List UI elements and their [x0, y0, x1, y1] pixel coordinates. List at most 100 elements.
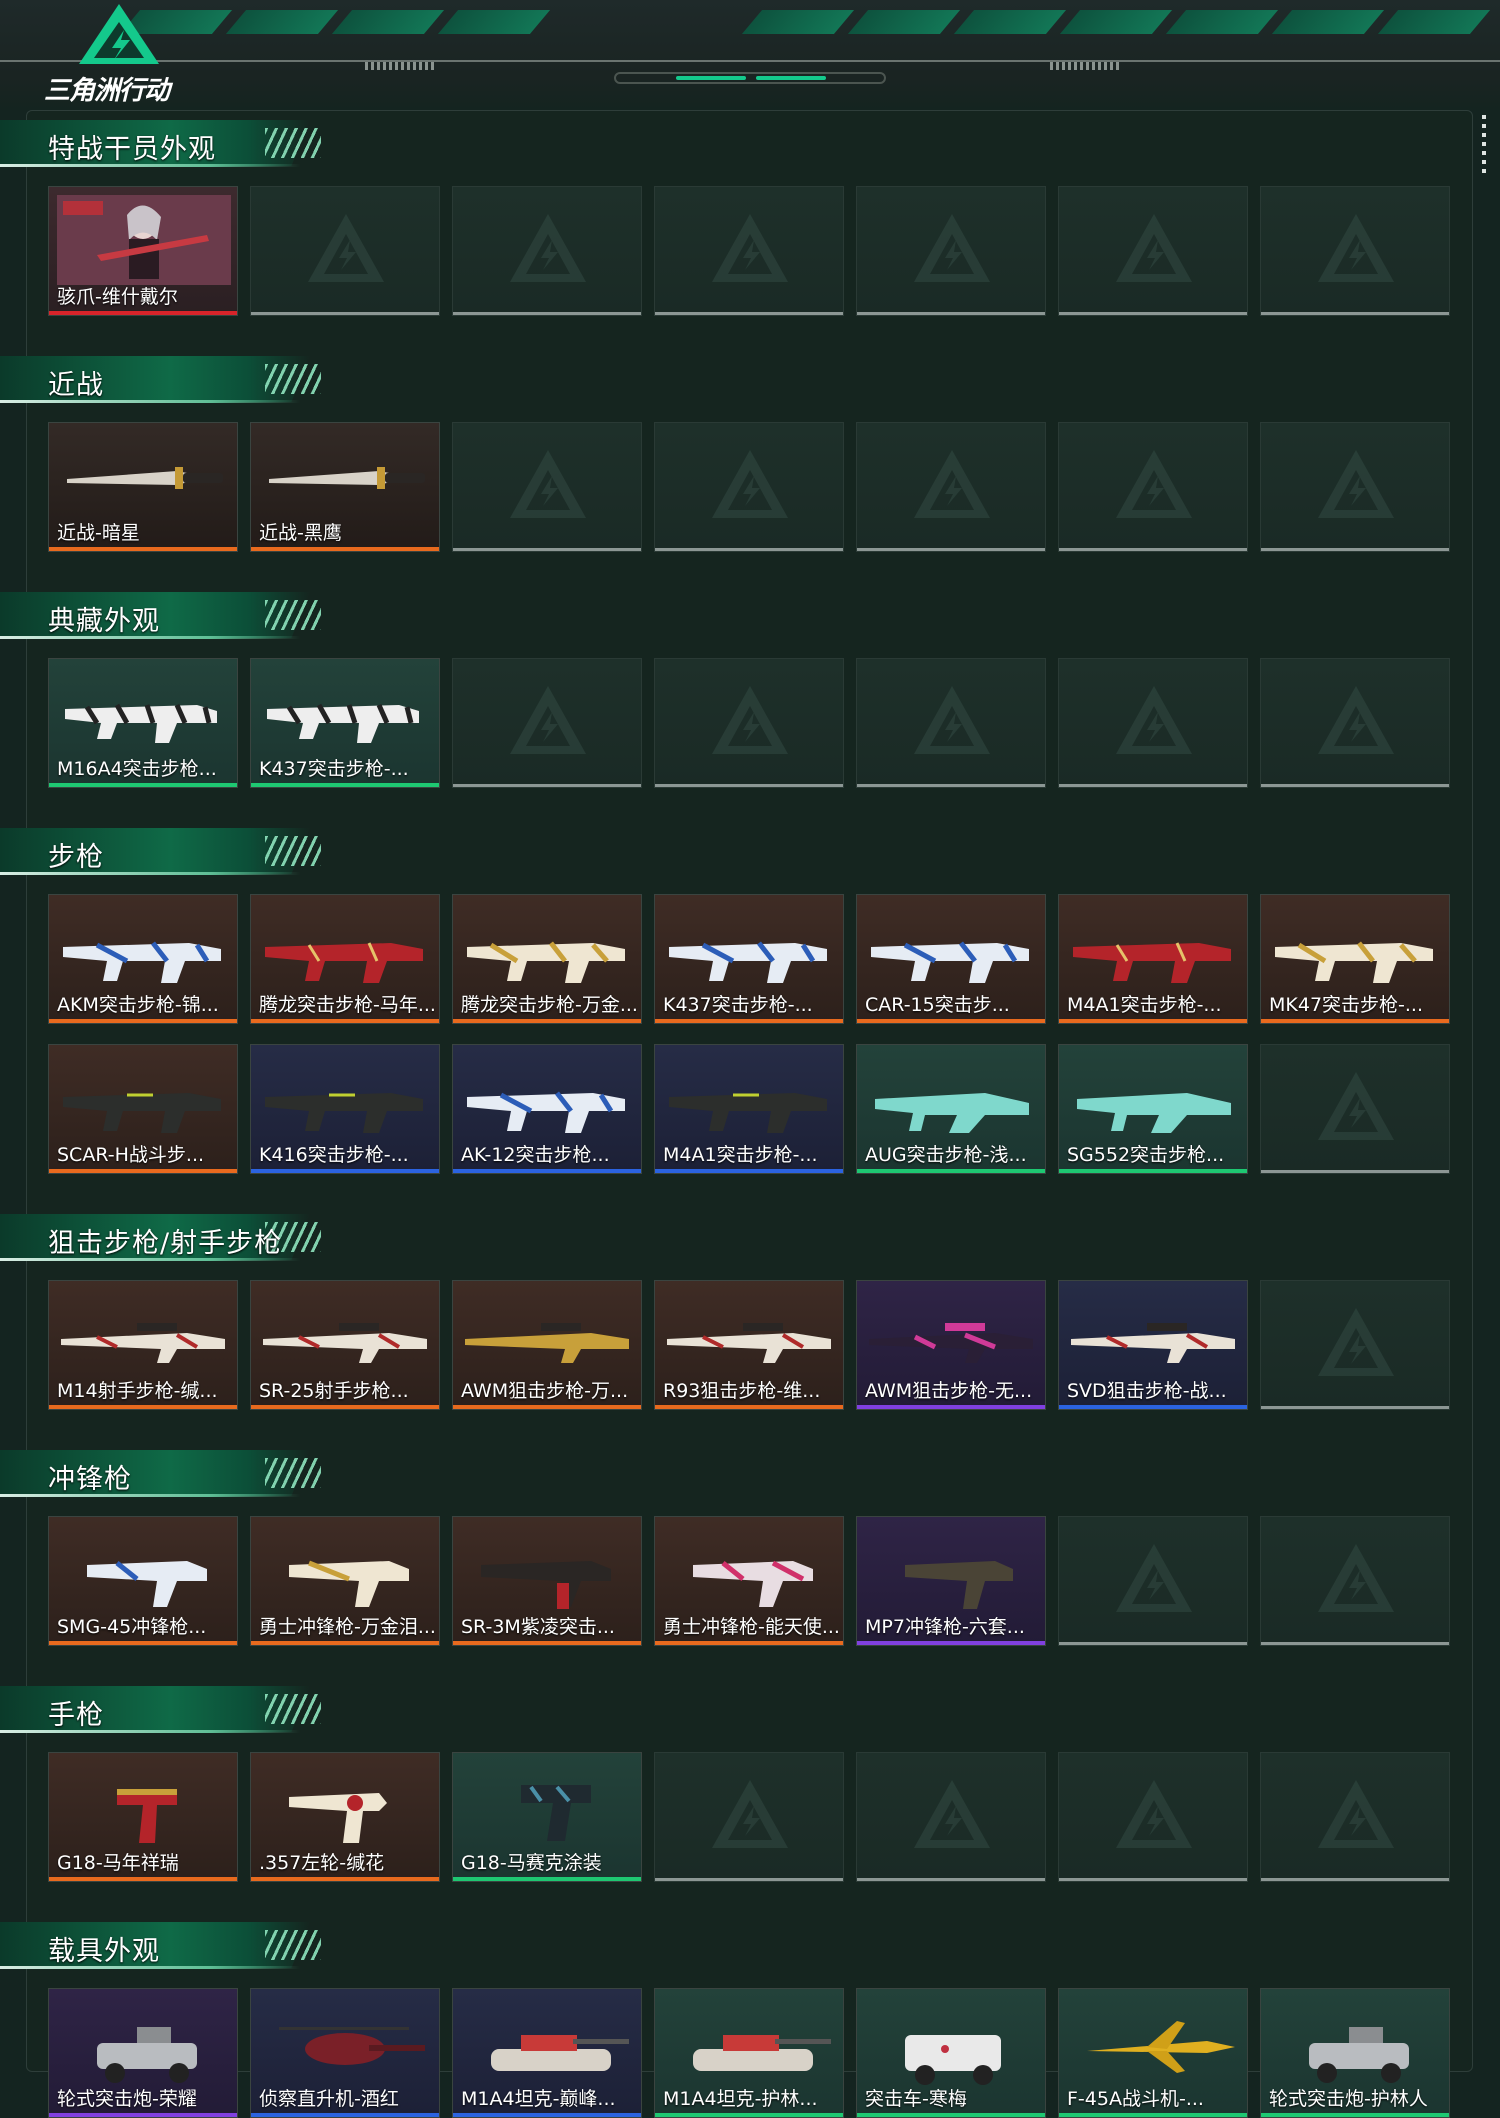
empty-slot-bar	[655, 1878, 843, 1881]
empty-slot-bar	[655, 784, 843, 787]
skin-card[interactable]: .357左轮-缄花	[250, 1752, 440, 1882]
section-header: 步枪	[0, 828, 330, 880]
skin-card-label: K437突击步枪-...	[663, 994, 813, 1016]
smg-blue-icon	[87, 1561, 207, 1607]
rarity-bar	[1059, 1169, 1247, 1173]
placeholder-logo-icon	[1318, 1780, 1394, 1848]
skin-card-label: F-45A战斗机-...	[1067, 2088, 1204, 2110]
empty-slot-bar	[1059, 548, 1247, 551]
skin-card[interactable]: M14射手步枪-缄...	[48, 1280, 238, 1410]
skin-card-label: 腾龙突击步枪-万金...	[461, 994, 637, 1016]
game-title: 三角洲行动	[44, 76, 170, 106]
vehicle-buggy-icon	[1309, 2027, 1409, 2083]
placeholder-logo-icon	[1318, 1072, 1394, 1140]
skin-card[interactable]: G18-马年祥瑞	[48, 1752, 238, 1882]
skin-card[interactable]: SR-3M紫凌突击...	[452, 1516, 642, 1646]
skin-card-label: SR-25射手步枪...	[259, 1380, 409, 1402]
rarity-bar	[453, 1877, 641, 1881]
skin-card[interactable]: AUG突击步枪-浅...	[856, 1044, 1046, 1174]
skin-card[interactable]: SVD狙击步枪-战...	[1058, 1280, 1248, 1410]
rifle-blue-icon	[63, 941, 221, 983]
empty-slot	[1260, 1752, 1450, 1882]
rarity-bar	[251, 1019, 439, 1023]
empty-slot-bar	[251, 312, 439, 315]
rarity-bar	[453, 1019, 641, 1023]
section-title: 狙击步枪/射手步枪	[48, 1228, 283, 1259]
rarity-bar	[655, 1405, 843, 1409]
skin-card[interactable]: SMG-45冲锋枪...	[48, 1516, 238, 1646]
skin-card[interactable]: CAR-15突击步...	[856, 894, 1046, 1024]
skin-card-label: 勇士冲锋枪-能天使...	[663, 1616, 839, 1638]
rarity-bar	[857, 1019, 1045, 1023]
empty-slot	[654, 1752, 844, 1882]
skin-card[interactable]: 轮式突击炮-荣耀	[48, 1988, 238, 2118]
vehicle-heli-icon	[279, 2027, 425, 2065]
empty-slot	[1260, 1280, 1450, 1410]
skin-card[interactable]: AKM突击步枪-锦...	[48, 894, 238, 1024]
rarity-bar	[251, 783, 439, 787]
rarity-bar	[1261, 2113, 1449, 2117]
skin-card[interactable]: 突击车-寒梅	[856, 1988, 1046, 2118]
placeholder-logo-icon	[712, 1780, 788, 1848]
skin-card[interactable]: 侦察直升机-酒红	[250, 1988, 440, 2118]
skin-card[interactable]: SG552突击步枪...	[1058, 1044, 1248, 1174]
rarity-bar	[1261, 1019, 1449, 1023]
skin-card[interactable]: M16A4突击步枪...	[48, 658, 238, 788]
skin-card-label: .357左轮-缄花	[259, 1852, 385, 1874]
skin-card[interactable]: AWM狙击步枪-无...	[856, 1280, 1046, 1410]
empty-slot-bar	[1261, 1170, 1449, 1173]
skin-card[interactable]: MK47突击步枪-...	[1260, 894, 1450, 1024]
skin-card[interactable]: SCAR-H战斗步...	[48, 1044, 238, 1174]
skin-card[interactable]: 轮式突击炮-护林人	[1260, 1988, 1450, 2118]
placeholder-logo-icon	[510, 450, 586, 518]
header-stripes-right	[741, 10, 1491, 60]
page-indicator	[614, 72, 886, 84]
empty-slot	[1260, 1044, 1450, 1174]
header-ticks-left	[365, 62, 435, 70]
scrollbar-handle[interactable]	[1482, 115, 1486, 175]
skin-card[interactable]: K416突击步枪-...	[250, 1044, 440, 1174]
skin-card[interactable]: M4A1突击步枪-...	[1058, 894, 1248, 1024]
skin-card[interactable]: G18-马赛克涂装	[452, 1752, 642, 1882]
rarity-bar	[453, 1405, 641, 1409]
section-title: 特战干员外观	[48, 134, 216, 165]
rifle-red-icon	[1073, 942, 1231, 983]
skin-card[interactable]: 勇士冲锋枪-能天使...	[654, 1516, 844, 1646]
skin-card-label: SG552突击步枪...	[1067, 1144, 1225, 1166]
skin-card[interactable]: 近战-黑鹰	[250, 422, 440, 552]
empty-slot	[654, 186, 844, 316]
skin-card-label: M1A4坦克-巅峰...	[461, 2088, 616, 2110]
skin-card[interactable]: 近战-暗星	[48, 422, 238, 552]
empty-slot-bar	[655, 312, 843, 315]
skin-card[interactable]: K437突击步枪-...	[250, 658, 440, 788]
skin-card[interactable]: M4A1突击步枪-...	[654, 1044, 844, 1174]
skin-card[interactable]: F-45A战斗机-...	[1058, 1988, 1248, 2118]
rarity-bar	[857, 2113, 1045, 2117]
sniper-red-icon	[1071, 1323, 1235, 1363]
rifle-zebra-icon	[267, 703, 419, 743]
rifle-gold-icon	[1275, 941, 1433, 983]
skin-card[interactable]: MP7冲锋枪-六套...	[856, 1516, 1046, 1646]
pistol-gold-icon	[289, 1793, 387, 1843]
empty-slot	[856, 422, 1046, 552]
skin-card[interactable]: SR-25射手步枪...	[250, 1280, 440, 1410]
empty-slot	[856, 186, 1046, 316]
skin-card-label: SR-3M紫凌突击...	[461, 1616, 615, 1638]
skin-card[interactable]: AWM狙击步枪-万...	[452, 1280, 642, 1410]
skin-card[interactable]: 勇士冲锋枪-万金泪...	[250, 1516, 440, 1646]
empty-slot	[452, 658, 642, 788]
sniper-red-icon	[263, 1323, 427, 1363]
rarity-bar	[453, 1169, 641, 1173]
sniper-pink-icon	[869, 1323, 1033, 1363]
skin-card[interactable]: M1A4坦克-护林...	[654, 1988, 844, 2118]
skin-card[interactable]: 腾龙突击步枪-马年...	[250, 894, 440, 1024]
rifle-blue-icon	[669, 941, 827, 983]
skin-card[interactable]: 骇爪-维什戴尔	[48, 186, 238, 316]
skin-card[interactable]: 腾龙突击步枪-万金...	[452, 894, 642, 1024]
skin-card[interactable]: K437突击步枪-...	[654, 894, 844, 1024]
skin-card[interactable]: R93狙击步枪-维...	[654, 1280, 844, 1410]
skin-card[interactable]: AK-12突击步枪...	[452, 1044, 642, 1174]
skin-card[interactable]: M1A4坦克-巅峰...	[452, 1988, 642, 2118]
smg-dark-icon	[905, 1561, 1013, 1609]
rarity-bar	[49, 311, 237, 315]
